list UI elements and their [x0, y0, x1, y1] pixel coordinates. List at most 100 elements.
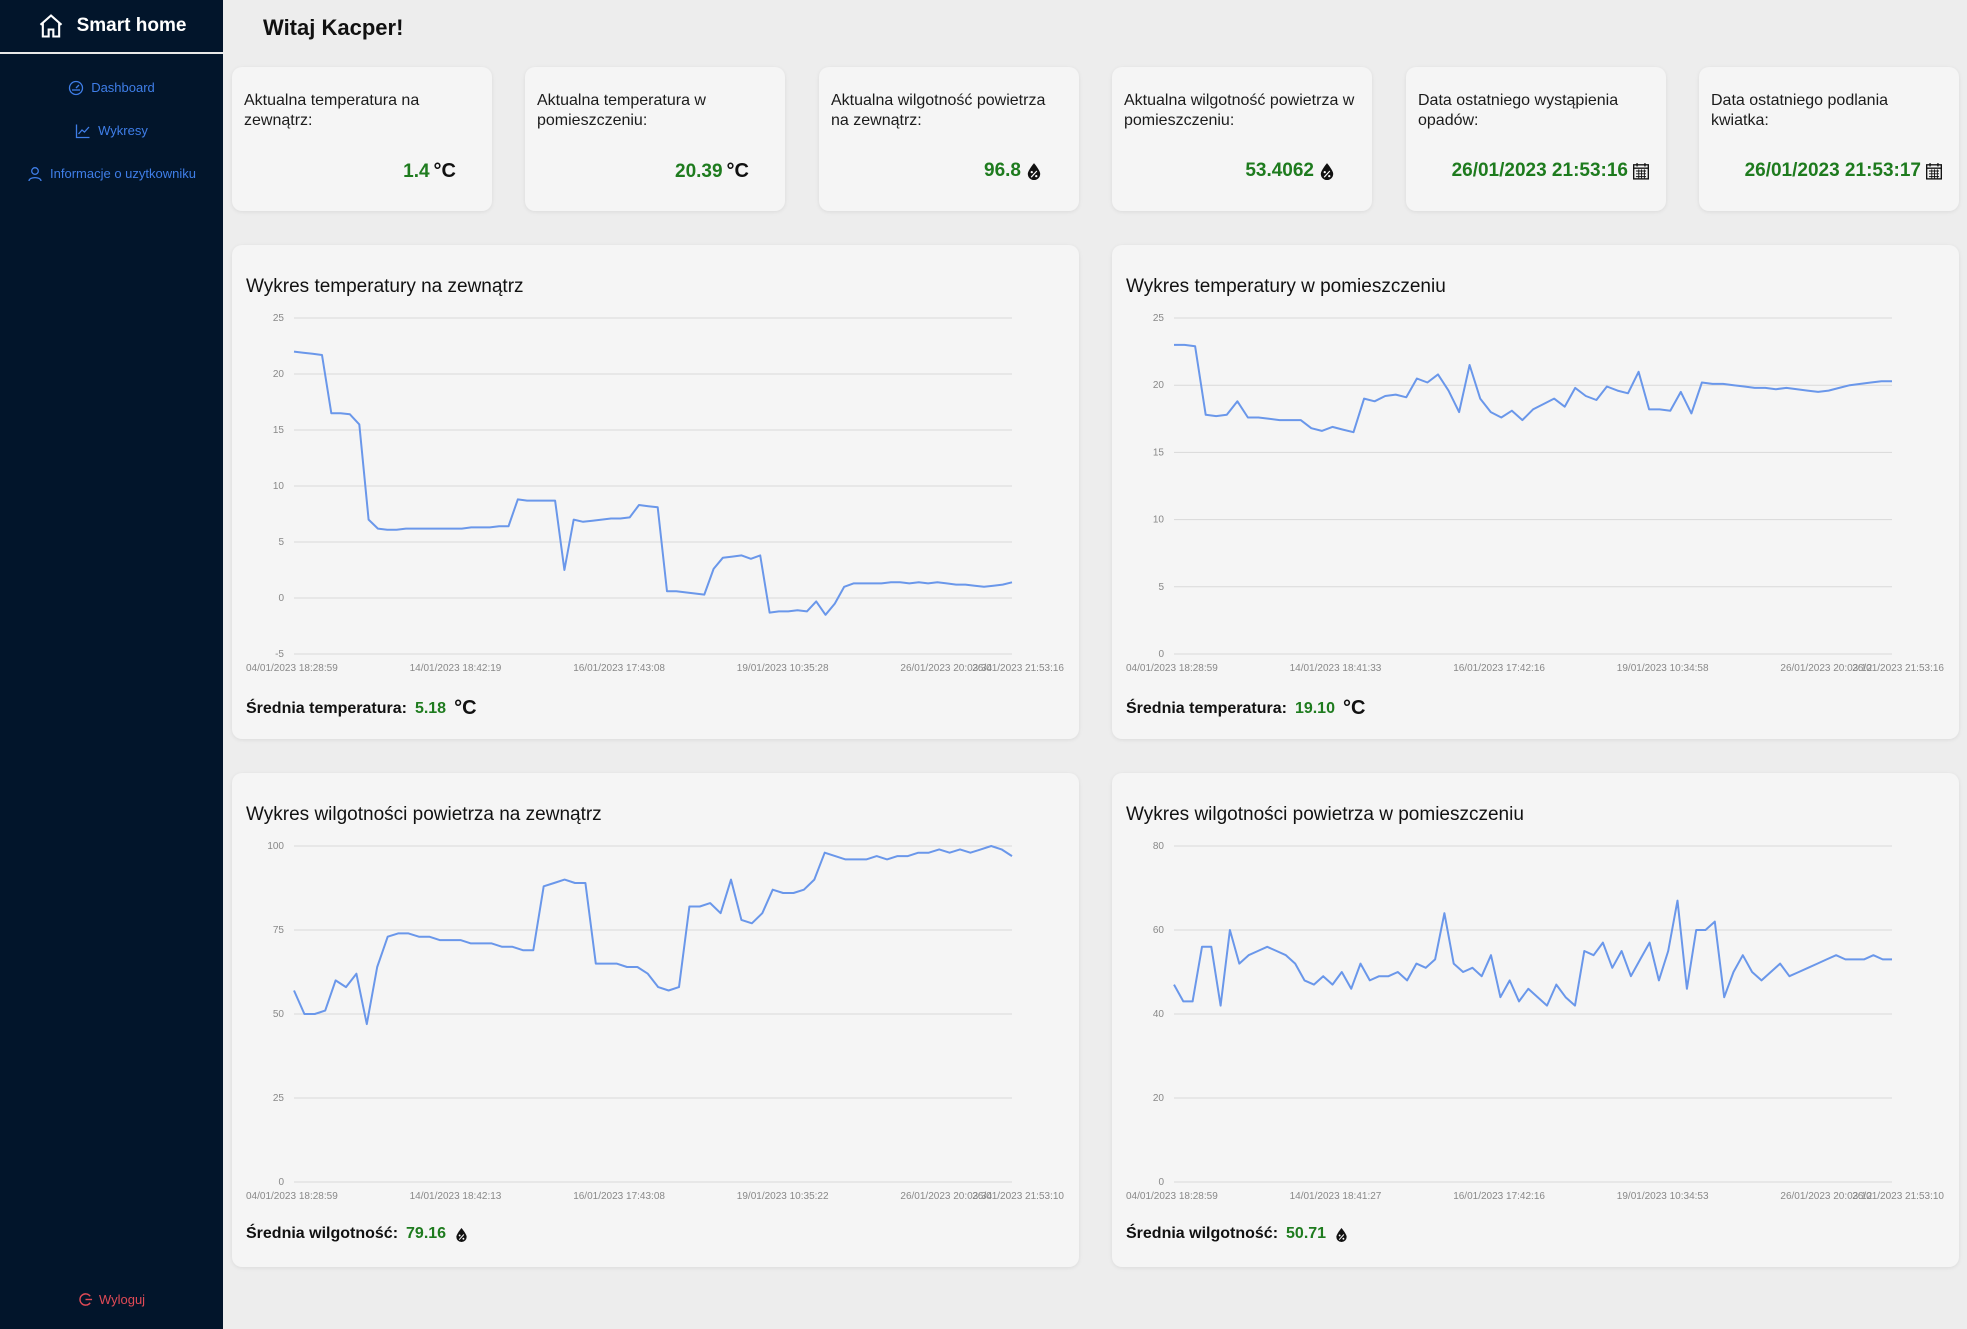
- temp-in-chart[interactable]: 0 5 10 15 20 25 04/01/2023 18:28:59 14/01/2023 …: [1112, 245, 1959, 685]
- logout-button[interactable]: Wyloguj: [0, 1292, 223, 1307]
- series-line[interactable]: [1174, 343, 1892, 434]
- x-tick-label: 04/01/2023 18:28:59: [1126, 1191, 1218, 1202]
- y-tick-label: 80: [1153, 841, 1165, 852]
- y-tick-label: 10: [1153, 515, 1165, 526]
- y-tick-label: 25: [1153, 313, 1165, 324]
- y-tick-label: 50: [273, 1009, 285, 1020]
- series-line[interactable]: [1173, 899, 1892, 1007]
- average-value: 19.10: [1294, 699, 1335, 717]
- average-value: 5.18: [414, 699, 447, 717]
- x-tick-label: 14/01/2023 18:42:19: [410, 663, 502, 674]
- y-tick-label: 75: [273, 925, 285, 936]
- y-tick-label: 0: [278, 593, 284, 604]
- sidebar-nav: Dashboard Wykresy Informacje o uzytkowni…: [0, 66, 223, 195]
- humidity-out-chart[interactable]: 0 25 50 75 100 04/01/2023 18:28:59 14/01/2023 …: [232, 773, 1079, 1213]
- average-row: Średnia temperatura: 5.18 °C: [246, 697, 477, 720]
- y-tick-label: 100: [267, 841, 284, 852]
- calendar-icon: [1633, 163, 1649, 180]
- sidebar: Smart home Dashboard Wykresy Informacje …: [0, 0, 223, 1329]
- average-row: Średnia wilgotność: 79.16: [246, 1225, 469, 1243]
- stat-label: Data ostatniego wystąpienia opadów:: [1418, 92, 1619, 129]
- sidebar-item-wykresy[interactable]: Wykresy: [0, 109, 223, 152]
- stat-value-number: 26/01/2023 21:53:16: [1451, 160, 1628, 181]
- humidity-drop-icon: [1027, 163, 1041, 180]
- y-tick-label: 25: [273, 1093, 285, 1104]
- x-tick-label: 04/01/2023 18:28:59: [246, 663, 338, 674]
- stat-label: Aktualna wilgotność powietrza na zewnątr…: [831, 92, 1046, 129]
- x-tick-label: 04/01/2023 18:28:59: [1126, 663, 1218, 674]
- stat-value-number: 53.4062: [1245, 160, 1314, 181]
- logout-icon: [79, 1293, 92, 1306]
- humidity-in-chart[interactable]: 0 20 40 60 80 04/01/2023 18:28:59 14/01/2023 1…: [1112, 773, 1959, 1213]
- x-tick-label: 26/01/2023 21:53:10: [972, 1191, 1064, 1202]
- greeting: Witaj Kacper!: [263, 15, 404, 40]
- humidity-drop-icon: [456, 1227, 467, 1242]
- stat-value-number: 96.8: [984, 160, 1021, 181]
- stat-label: Aktualna temperatura na zewnątrz:: [244, 92, 420, 129]
- y-tick-label: 0: [1158, 649, 1164, 660]
- x-tick-label: 19/01/2023 10:34:58: [1617, 663, 1709, 674]
- temp-out-chart[interactable]: -5 0 5 10 15 20 25 04/01/2023 18:28:59 14/01/202…: [232, 245, 1079, 685]
- sidebar-item-dashboard[interactable]: Dashboard: [0, 66, 223, 109]
- chart-card-humidity-out: Wykres wilgotności powietrza na zewnątrz…: [232, 773, 1079, 1267]
- stat-label: Data ostatniego podlania kwiatka:: [1711, 92, 1889, 129]
- y-tick-label: 20: [1153, 380, 1165, 391]
- stat-card-temp-in: Aktualna temperatura w pomieszczeniu: 20…: [525, 67, 785, 211]
- x-tick-label: 16/01/2023 17:43:08: [573, 663, 665, 674]
- stat-card-humidity-out: Aktualna wilgotność powietrza na zewnątr…: [819, 67, 1079, 211]
- stat-card-last-rain: Data ostatniego wystąpienia opadów: 26/0…: [1406, 67, 1666, 211]
- main-content: Witaj Kacper! Aktualna temperatura na ze…: [223, 0, 1967, 1329]
- stat-value-number: 1.4: [403, 160, 430, 182]
- y-tick-label: 20: [273, 369, 285, 380]
- average-label: Średnia temperatura:: [246, 699, 407, 717]
- y-tick-label: 10: [273, 481, 285, 492]
- series-line[interactable]: [293, 845, 1013, 1026]
- y-tick-label: 0: [278, 1177, 284, 1188]
- sidebar-item-label: Wykresy: [98, 123, 148, 138]
- stat-value-number: 26/01/2023 21:53:17: [1744, 160, 1921, 181]
- stat-value: 26/01/2023 21:53:16: [1452, 160, 1650, 182]
- user-icon: [28, 166, 42, 181]
- stat-value: 96.8: [984, 160, 1043, 182]
- x-tick-label: 19/01/2023 10:34:53: [1617, 1191, 1709, 1202]
- sidebar-item-label: Dashboard: [91, 80, 155, 95]
- average-value: 79.16: [406, 1225, 447, 1242]
- stat-card-humidity-in: Aktualna wilgotność powietrza w pomieszc…: [1112, 67, 1372, 211]
- y-tick-label: 5: [1158, 582, 1164, 593]
- stat-value: 53.4062: [1245, 160, 1336, 182]
- sidebar-item-label: Informacje o uzytkowniku: [50, 166, 196, 181]
- average-unit: °C: [454, 697, 477, 719]
- home-icon: [39, 14, 62, 38]
- x-tick-label: 16/01/2023 17:42:16: [1453, 1191, 1545, 1202]
- x-tick-label: 04/01/2023 18:28:59: [246, 1191, 338, 1202]
- y-tick-label: -5: [275, 649, 284, 660]
- stat-unit: °C: [726, 160, 749, 182]
- average-label: Średnia wilgotność:: [1126, 1225, 1279, 1242]
- stat-label: Aktualna temperatura w pomieszczeniu:: [537, 92, 706, 129]
- sidebar-item-user-info[interactable]: Informacje o uzytkowniku: [0, 152, 223, 195]
- x-tick-label: 14/01/2023 18:41:33: [1290, 663, 1382, 674]
- calendar-icon: [1926, 163, 1942, 180]
- stat-unit: °C: [433, 160, 456, 182]
- brand[interactable]: Smart home: [0, 0, 223, 54]
- series-line[interactable]: [293, 350, 1013, 616]
- stat-value-number: 20.39: [675, 160, 723, 182]
- app-title: Smart home: [76, 15, 187, 36]
- y-tick-label: 20: [1153, 1093, 1165, 1104]
- average-unit: °C: [1342, 697, 1366, 719]
- average-row: Średnia temperatura: 19.10 °C: [1126, 697, 1365, 720]
- y-tick-label: 5: [278, 537, 284, 548]
- x-tick-label: 19/01/2023 10:35:22: [737, 1191, 829, 1202]
- chart-card-temp-out: Wykres temperatury na zewnątrz -5 0 5 10 15 2…: [232, 245, 1079, 739]
- y-tick-label: 25: [273, 313, 285, 324]
- stat-value: 1.4 °C: [403, 160, 456, 183]
- x-tick-label: 16/01/2023 17:43:08: [573, 1191, 665, 1202]
- y-tick-label: 40: [1153, 1009, 1165, 1020]
- y-tick-label: 15: [273, 425, 285, 436]
- humidity-drop-icon: [1336, 1227, 1347, 1242]
- logout-label: Wyloguj: [98, 1292, 146, 1307]
- chart-card-humidity-in: Wykres wilgotności powietrza w pomieszcz…: [1112, 773, 1959, 1267]
- x-tick-label: 14/01/2023 18:42:13: [410, 1191, 502, 1202]
- dashboard-icon: [69, 80, 84, 95]
- x-tick-label: 26/01/2023 21:53:16: [972, 663, 1064, 674]
